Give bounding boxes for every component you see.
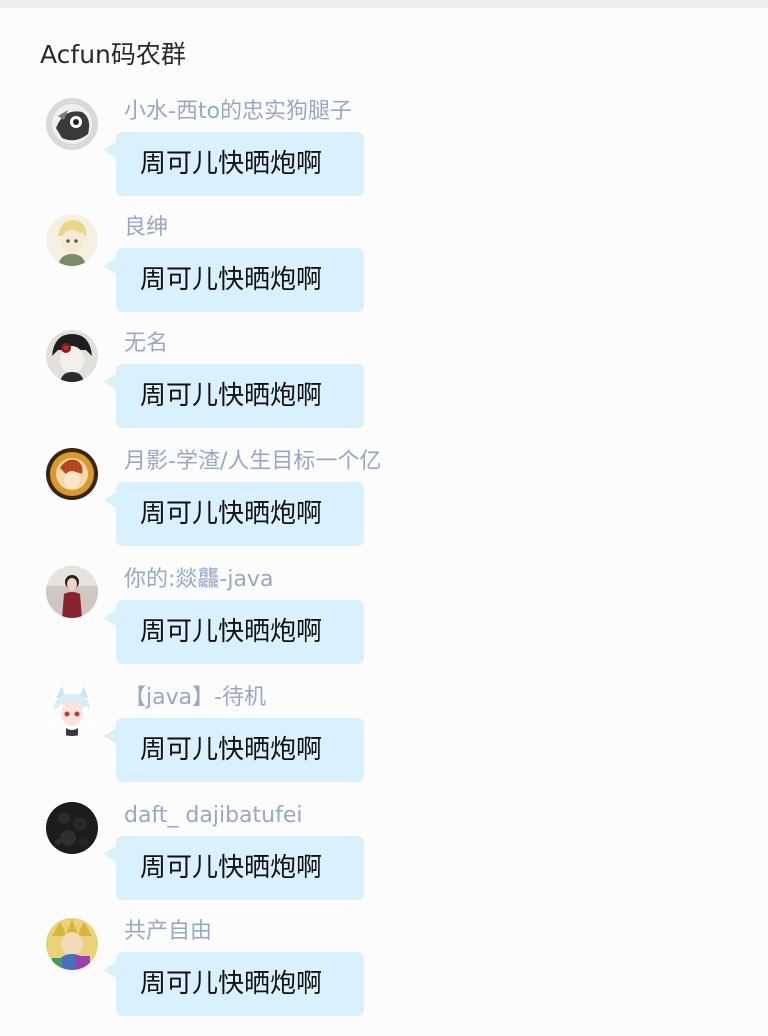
bubble-tail [104,492,116,508]
sender-name: 小水-西to的忠实狗腿子 [124,99,353,124]
chat-message: 无名 周可儿快晒炮啊 [0,330,768,448]
avatar[interactable] [46,330,98,382]
jojo-character-avatar-icon [46,918,98,970]
bubble-tail [104,846,116,862]
avatar[interactable] [46,684,98,736]
chat-message: 小水-西to的忠实狗腿子 周可儿快晒炮啊 [0,98,768,216]
message-text: 周可儿快晒炮啊 [140,617,323,647]
bubble-tail [104,374,116,390]
sender-name: 月影-学渣/人生目标一个亿 [124,449,382,474]
message-bubble[interactable]: 周可儿快晒炮啊 [104,718,364,782]
avatar[interactable] [46,802,98,854]
chat-message: 良绅 周可儿快晒炮啊 [0,214,768,332]
avatar[interactable] [46,98,98,150]
bubble-tail [104,728,116,744]
sender-name: 【java】-待机 [124,685,267,710]
avatar[interactable] [46,214,98,266]
message-bubble[interactable]: 周可儿快晒炮啊 [104,600,364,664]
chat-message: daft_ dajibatufei 周可儿快晒炮啊 [0,802,768,920]
dark-hair-rose-avatar-icon [46,330,98,382]
sender-name: 你的:燚龘-java [124,567,274,592]
chat-message: 共产自由 周可儿快晒炮啊 [0,918,768,1036]
message-bubble[interactable]: 周可儿快晒炮啊 [104,364,364,428]
message-bubble[interactable]: 周可儿快晒炮啊 [104,836,364,900]
sender-name: 无名 [124,331,169,356]
message-bubble[interactable]: 周可儿快晒炮啊 [104,248,364,312]
chat-message: 你的:燚龘-java 周可儿快晒炮啊 [0,566,768,684]
dark-texture-avatar-icon [46,802,98,854]
message-text: 周可儿快晒炮啊 [140,265,323,295]
chat-title: Acfun码农群 [40,40,186,69]
sender-name: 良绅 [124,215,169,240]
anime-boy-avatar-icon [46,214,98,266]
bubble-tail [104,258,116,274]
bubble-tail [104,610,116,626]
bubble-tail [104,962,116,978]
masked-figure-avatar-icon [46,98,98,150]
message-text: 周可儿快晒炮啊 [140,149,323,179]
message-text: 周可儿快晒炮啊 [140,853,323,883]
girl-photo-avatar-icon [46,566,98,618]
chat-message: 【java】-待机 周可儿快晒炮啊 [0,684,768,802]
chat-message: 月影-学渣/人生目标一个亿 周可儿快晒炮啊 [0,448,768,566]
golden-ring-avatar-icon [46,448,98,500]
window-top-strip [0,0,768,8]
message-text: 周可儿快晒炮啊 [140,969,323,999]
message-bubble[interactable]: 周可儿快晒炮啊 [104,132,364,196]
sender-name: daft_ dajibatufei [124,803,303,828]
message-text: 周可儿快晒炮啊 [140,735,323,765]
message-bubble[interactable]: 周可儿快晒炮啊 [104,482,364,546]
message-bubble[interactable]: 周可儿快晒炮啊 [104,952,364,1016]
avatar[interactable] [46,918,98,970]
bubble-tail [104,142,116,158]
message-text: 周可儿快晒炮啊 [140,381,323,411]
white-hair-cat-ears-avatar-icon [46,684,98,736]
avatar[interactable] [46,448,98,500]
message-text: 周可儿快晒炮啊 [140,499,323,529]
sender-name: 共产自由 [124,919,213,944]
avatar[interactable] [46,566,98,618]
